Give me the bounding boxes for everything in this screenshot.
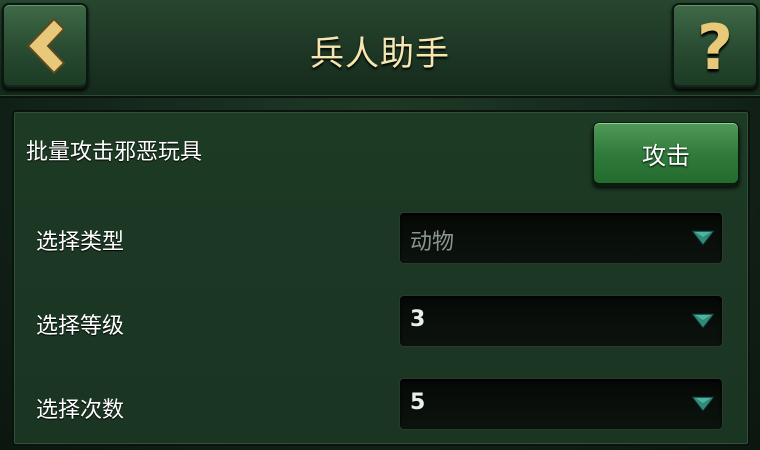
help-button[interactable]: ?	[672, 3, 758, 89]
question-mark-icon: ?	[697, 11, 733, 84]
type-dropdown-value: 动物	[410, 230, 455, 255]
select-count-label: 选择次数	[36, 398, 125, 423]
header-bar: 兵人助手 ?	[0, 0, 760, 98]
batch-attack-label: 批量攻击邪恶玩具	[26, 140, 203, 165]
type-dropdown[interactable]: 动物	[399, 212, 723, 264]
select-type-label: 选择类型	[36, 230, 125, 255]
count-dropdown-value: 5	[410, 390, 426, 415]
level-dropdown[interactable]: 3	[399, 295, 723, 347]
screen: 兵人助手 ? 批量攻击邪恶玩具 攻击 选择类型 动物 选择等级 3 选择次数 5	[0, 0, 760, 450]
level-dropdown-value: 3	[410, 307, 426, 332]
select-level-label: 选择等级	[36, 314, 125, 339]
page-title: 兵人助手	[310, 34, 450, 74]
attack-button[interactable]: 攻击	[593, 122, 739, 184]
count-dropdown[interactable]: 5	[399, 378, 723, 430]
